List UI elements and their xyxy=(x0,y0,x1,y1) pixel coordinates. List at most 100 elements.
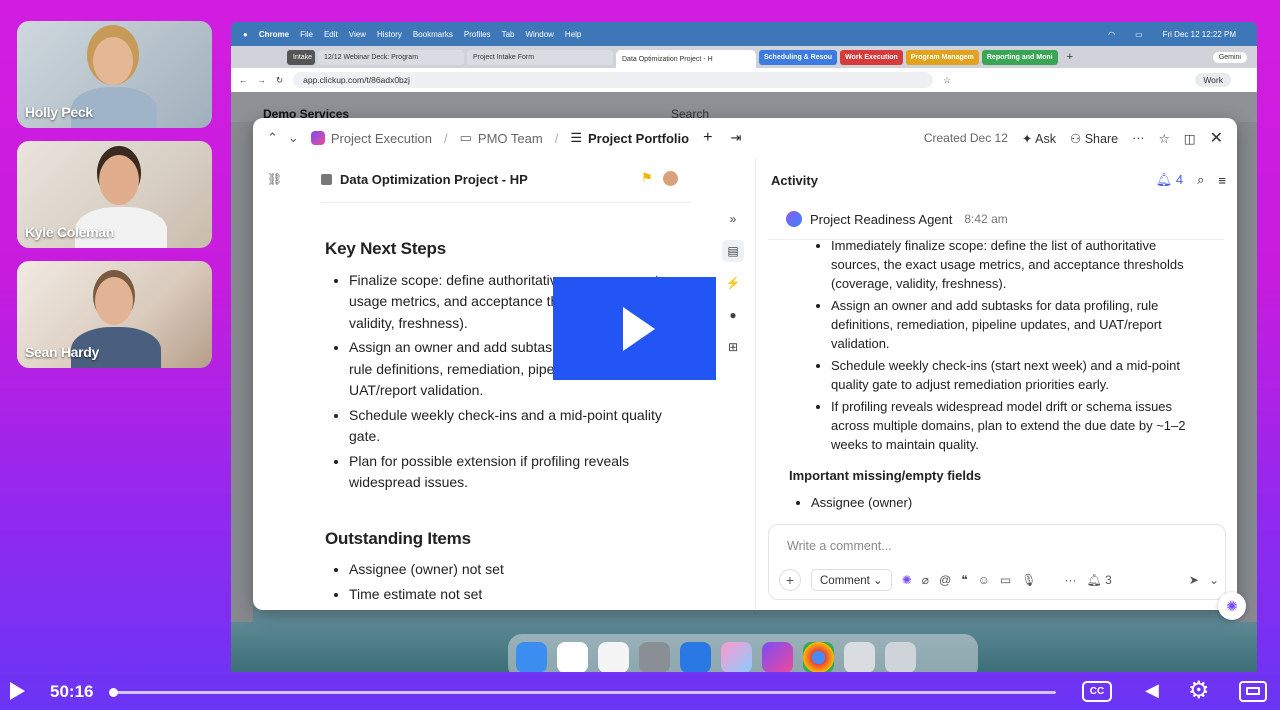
task-modal: ⌃ ⌄ Project Execution / ▭ PMO Team / ☰ P… xyxy=(253,118,1237,610)
menu-tab[interactable]: Tab xyxy=(502,30,515,39)
modal-header: ⌃ ⌄ Project Execution / ▭ PMO Team / ☰ P… xyxy=(253,118,1237,158)
breadcrumb-list[interactable]: Project Portfolio xyxy=(588,131,689,146)
participant-tile-kyle[interactable]: Kyle Coleman xyxy=(17,141,212,248)
paperclip-icon[interactable]: ⌀ xyxy=(922,573,929,587)
collapse-icon[interactable]: » xyxy=(722,208,744,230)
share-button[interactable]: ⚇ Share xyxy=(1070,131,1118,146)
video-play-overlay[interactable] xyxy=(553,277,716,380)
progress-knob[interactable] xyxy=(108,688,118,697)
participant-tile-holly[interactable]: Holly Peck xyxy=(17,21,212,128)
forward-icon[interactable]: → xyxy=(258,75,267,85)
reload-icon[interactable]: ↻ xyxy=(276,75,283,86)
search-icon[interactable]: ⌕ xyxy=(1197,172,1204,188)
menu-chrome[interactable]: Chrome xyxy=(259,30,289,39)
new-tab-icon[interactable]: + xyxy=(1067,51,1073,63)
battery-icon[interactable]: ▭ xyxy=(1135,30,1143,39)
participant-tile-sean[interactable]: Sean Hardy xyxy=(17,261,212,368)
back-icon[interactable]: ← xyxy=(239,75,248,85)
mention-icon[interactable]: @ xyxy=(939,573,951,587)
gemini-button[interactable]: Gemini xyxy=(1212,51,1247,63)
face xyxy=(99,155,139,205)
add-icon[interactable]: + xyxy=(703,129,712,147)
profile-chip[interactable]: Work xyxy=(1195,73,1231,87)
settings-icon[interactable] xyxy=(639,641,670,672)
task-title[interactable]: Data Optimization Project - HP xyxy=(321,172,528,187)
link-icon[interactable]: ⛓ xyxy=(267,172,282,186)
calendar-icon[interactable] xyxy=(557,641,588,672)
watchers-button[interactable]: 🔔︎ 3 xyxy=(1087,573,1112,587)
favorite-star-icon[interactable]: ☆ xyxy=(1159,131,1170,146)
menu-file[interactable]: File xyxy=(300,30,313,39)
xcode-icon[interactable] xyxy=(680,641,711,672)
gear-icon[interactable]: ⚙ xyxy=(1188,676,1210,705)
filter-icon[interactable]: ≡ xyxy=(1218,173,1226,188)
clickup-ai-fab[interactable]: ✺ xyxy=(1218,592,1246,620)
menu-help[interactable]: Help xyxy=(565,30,581,39)
launchpad-icon[interactable] xyxy=(598,641,629,672)
play-button[interactable] xyxy=(10,682,25,700)
add-attachment-icon[interactable]: + xyxy=(779,569,801,591)
tab-intake[interactable]: Intake xyxy=(287,49,315,65)
list-icon: ☰ xyxy=(570,130,582,145)
avatar[interactable] xyxy=(663,171,678,186)
chevron-down-icon[interactable]: ⌄ xyxy=(288,130,299,146)
comment-input[interactable]: Write a comment... xyxy=(787,539,892,553)
github-icon[interactable]: ● xyxy=(722,304,744,326)
finder-icon[interactable] xyxy=(516,641,547,672)
menu-bookmarks[interactable]: Bookmarks xyxy=(413,30,453,39)
downloads-icon[interactable] xyxy=(844,641,875,672)
comments-icon[interactable]: ▤ xyxy=(722,240,744,262)
video-icon[interactable]: ▭ xyxy=(1000,573,1011,587)
volume-icon[interactable]: ◀ xyxy=(1145,680,1159,701)
tab-group-work-execution[interactable]: Work Execution xyxy=(840,49,903,65)
clock[interactable]: Fri Dec 12 12:22 PM xyxy=(1163,30,1236,39)
apple-icon[interactable]: ● xyxy=(243,30,248,39)
menu-edit[interactable]: Edit xyxy=(324,30,338,39)
apps-icon[interactable]: ⊞ xyxy=(722,336,744,358)
automation-icon[interactable]: ⚡ xyxy=(722,272,744,294)
chevron-down-icon[interactable]: ⌄ xyxy=(1209,573,1219,587)
breadcrumb-space[interactable]: Project Execution xyxy=(331,131,432,146)
microphone-icon[interactable]: 🎙︎ xyxy=(1021,573,1036,587)
list-item: If profiling reveals widespread model dr… xyxy=(831,397,1201,454)
menu-profiles[interactable]: Profiles xyxy=(464,30,491,39)
tab-group-reporting[interactable]: Reporting and Moni xyxy=(981,49,1058,65)
more-icon[interactable]: ··· xyxy=(1065,573,1077,587)
priority-flag-icon[interactable]: ⚑ xyxy=(641,170,653,186)
more-icon[interactable]: ··· xyxy=(1132,131,1145,145)
activity-title: Activity xyxy=(771,172,818,188)
wifi-icon[interactable]: ◠ xyxy=(1108,30,1115,39)
trash-icon[interactable] xyxy=(885,641,916,672)
emoji-icon[interactable]: ☺ xyxy=(978,573,990,587)
move-icon[interactable]: ⇥ xyxy=(730,130,741,146)
tab-data-optimization[interactable]: Data Optimization Project - H xyxy=(616,50,756,68)
progress-bar[interactable] xyxy=(108,688,1056,697)
tab-intake-form[interactable]: Project Intake Form xyxy=(467,49,613,65)
agent-name[interactable]: Project Readiness Agent xyxy=(810,212,952,227)
ask-button[interactable]: ✦ Ask xyxy=(1022,131,1056,146)
quote-icon[interactable]: ❝ xyxy=(961,573,967,587)
chrome-icon[interactable] xyxy=(803,641,834,672)
fullscreen-button[interactable] xyxy=(1239,681,1267,702)
bookmark-star-icon[interactable]: ☆ xyxy=(943,75,951,86)
tab-group-program-management[interactable]: Program Managem xyxy=(905,49,979,65)
clickup-ai-icon[interactable]: ✺ xyxy=(902,573,912,587)
url-field[interactable]: app.clickup.com/t/86adx0bzj xyxy=(293,72,934,88)
menu-history[interactable]: History xyxy=(377,30,402,39)
send-icon[interactable]: ➤ xyxy=(1189,573,1199,587)
menu-view[interactable]: View xyxy=(349,30,366,39)
chevron-up-icon[interactable]: ⌃ xyxy=(267,130,278,146)
captions-button[interactable]: CC xyxy=(1082,681,1112,702)
modal-actions: Created Dec 12 ✦ Ask ⚇ Share ··· ☆ ◫ ✕ xyxy=(924,118,1223,158)
tab-group-scheduling[interactable]: Scheduling & Resou xyxy=(759,49,838,65)
breadcrumb-folder[interactable]: PMO Team xyxy=(478,131,543,146)
photos-icon[interactable] xyxy=(721,641,752,672)
comment-box[interactable]: Write a comment... + Comment ⌄ ✺ ⌀ @ ❝ ☺… xyxy=(768,524,1226,600)
clickup-app-icon[interactable] xyxy=(762,641,793,672)
notifications-button[interactable]: 🔔︎ 4 xyxy=(1156,172,1183,188)
tab-webinar-deck[interactable]: 12/12 Webinar Deck: Program xyxy=(318,49,464,65)
menu-window[interactable]: Window xyxy=(525,30,553,39)
comment-type-select[interactable]: Comment ⌄ xyxy=(811,569,892,591)
layout-icon[interactable]: ◫ xyxy=(1184,131,1196,146)
close-icon[interactable]: ✕ xyxy=(1210,128,1223,148)
